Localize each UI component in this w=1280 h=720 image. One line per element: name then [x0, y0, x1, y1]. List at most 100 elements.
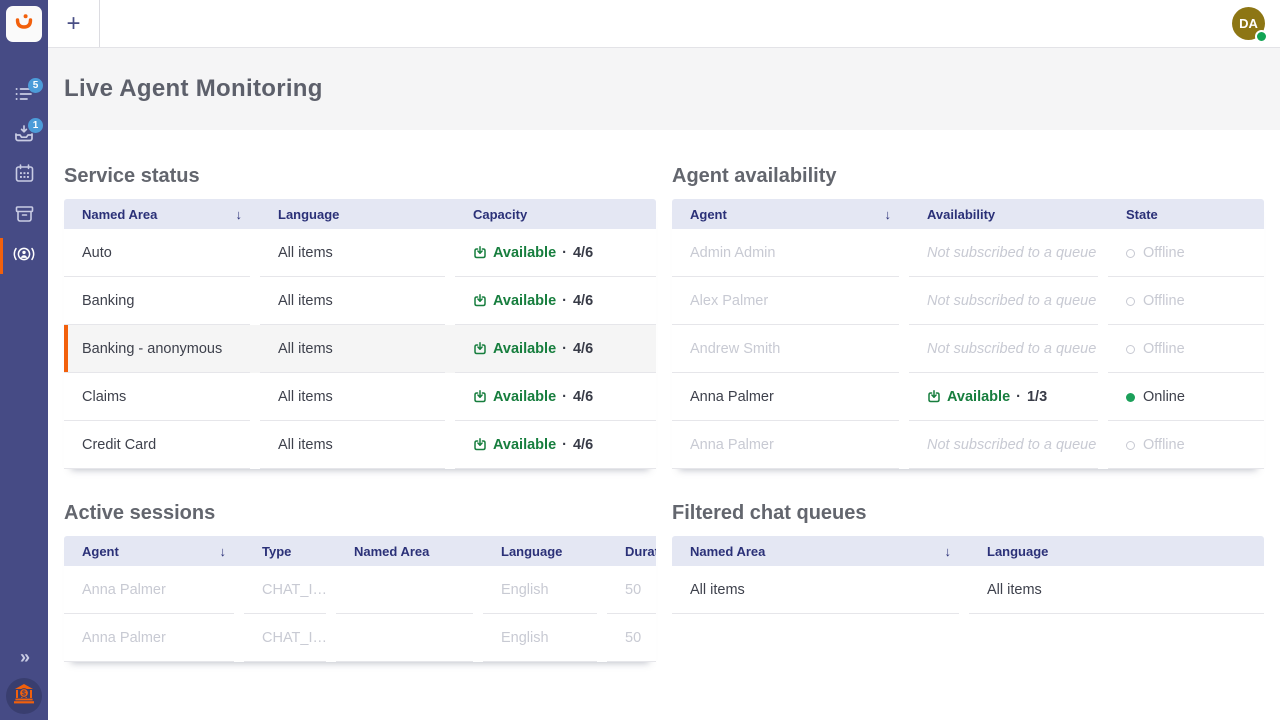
column-header-language[interactable]: Language	[260, 199, 455, 229]
left-column: Service status Named Area ↓ Language Cap…	[64, 130, 656, 662]
language-cell: All items	[260, 421, 455, 469]
right-column: Agent availability Agent ↓ Availability …	[672, 130, 1264, 662]
capacity-available-icon	[473, 342, 487, 356]
online-status-icon	[1126, 393, 1135, 402]
calendar-icon	[15, 164, 34, 188]
duration-cell: 50	[607, 566, 656, 614]
column-header-state[interactable]: State	[1108, 199, 1264, 229]
language-cell: All items	[260, 373, 455, 421]
agent-cell: Anna Palmer	[64, 566, 244, 614]
online-status-dot	[1255, 30, 1268, 43]
double-chevron-right-icon: »	[20, 647, 28, 667]
column-header-language[interactable]: Language	[483, 536, 607, 566]
named-area-cell: Banking	[64, 277, 260, 325]
column-header-named-area[interactable]: Named Area	[336, 536, 483, 566]
named-area-cell: Claims	[64, 373, 260, 421]
sidebar-item-live-monitoring[interactable]	[0, 236, 48, 276]
offline-status-icon	[1126, 249, 1135, 258]
sort-descending-icon[interactable]: ↓	[945, 544, 970, 559]
availability-cell: Available · 1/3	[909, 373, 1108, 421]
agent-cell: Alex Palmer	[672, 277, 909, 325]
sidebar-item-calendar[interactable]	[0, 156, 48, 196]
table-row[interactable]: Anna Palmer CHAT_I… English 50	[64, 566, 656, 614]
table-row-selected[interactable]: Banking - anonymous All items Available …	[64, 325, 656, 373]
state-cell: Offline	[1108, 421, 1264, 469]
sort-descending-icon[interactable]: ↓	[236, 207, 261, 222]
live-monitoring-icon	[13, 243, 35, 270]
column-header-agent[interactable]: Agent ↓	[672, 199, 909, 229]
sort-descending-icon[interactable]: ↓	[885, 207, 910, 222]
column-header-duration[interactable]: Duration	[607, 536, 656, 566]
agent-cell: Anna Palmer	[672, 373, 909, 421]
table-row[interactable]: Banking All items Available · 4/6	[64, 277, 656, 325]
capacity-available-icon	[473, 294, 487, 308]
capacity-cell: Available · 4/6	[455, 421, 656, 469]
capacity-available-icon	[473, 438, 487, 452]
table-row[interactable]: Anna Palmer Available · 1/3 Online	[672, 373, 1264, 421]
bank-app-button[interactable]: $	[6, 678, 42, 714]
availability-cell: Not subscribed to a queue	[909, 325, 1108, 373]
table-row[interactable]: Admin Admin Not subscribed to a queue Of…	[672, 229, 1264, 277]
sort-descending-icon[interactable]: ↓	[220, 544, 245, 559]
named-area-cell: Banking - anonymous	[64, 325, 260, 373]
sidebar-collapse-button[interactable]: »	[0, 647, 48, 668]
state-cell: Online	[1108, 373, 1264, 421]
app-logo[interactable]	[6, 6, 42, 42]
top-bar: + DA	[48, 0, 1280, 48]
archive-box-icon	[15, 205, 34, 228]
user-avatar[interactable]: DA	[1232, 7, 1265, 40]
agent-cell: Anna Palmer	[672, 421, 909, 469]
filtered-chat-queues-table: Named Area ↓ Language All items All item…	[672, 536, 1264, 614]
capacity-cell: Available · 4/6	[455, 229, 656, 277]
agent-cell: Anna Palmer	[64, 614, 244, 662]
agent-availability-table: Agent ↓ Availability State Admin Admin N…	[672, 199, 1264, 469]
table-row[interactable]: Alex Palmer Not subscribed to a queue Of…	[672, 277, 1264, 325]
capacity-available-icon	[473, 246, 487, 260]
type-cell: CHAT_I…	[244, 614, 336, 662]
table-row[interactable]: Andrew Smith Not subscribed to a queue O…	[672, 325, 1264, 373]
sidebar-item-archive[interactable]	[0, 196, 48, 236]
agent-availability-header-row: Agent ↓ Availability State	[672, 199, 1264, 229]
state-cell: Offline	[1108, 325, 1264, 373]
sidebar-item-queue[interactable]: 5	[0, 76, 48, 116]
sidebar-nav: 5 1	[0, 76, 48, 276]
table-row[interactable]: Credit Card All items Available · 4/6	[64, 421, 656, 469]
unblu-smiley-icon	[12, 10, 36, 39]
offline-status-icon	[1126, 297, 1135, 306]
named-area-cell: Auto	[64, 229, 260, 277]
capacity-cell: Available · 4/6	[455, 373, 656, 421]
duration-cell: 50	[607, 614, 656, 662]
language-cell: All items	[969, 566, 1264, 614]
avatar-initials: DA	[1239, 16, 1258, 31]
column-header-named-area[interactable]: Named Area ↓	[64, 199, 260, 229]
table-row[interactable]: Claims All items Available · 4/6	[64, 373, 656, 421]
column-header-named-area[interactable]: Named Area ↓	[672, 536, 969, 566]
column-header-agent[interactable]: Agent ↓	[64, 536, 244, 566]
column-header-language[interactable]: Language	[969, 536, 1264, 566]
filtered-chat-queues-title: Filtered chat queues	[672, 501, 1264, 525]
queue-badge: 5	[28, 78, 43, 93]
filtered-chat-queues-header-row: Named Area ↓ Language	[672, 536, 1264, 566]
column-header-type[interactable]: Type	[244, 536, 336, 566]
bank-icon: $	[12, 682, 36, 711]
language-cell: All items	[260, 325, 455, 373]
column-header-availability[interactable]: Availability	[909, 199, 1108, 229]
language-cell: English	[483, 614, 607, 662]
service-status-header-row: Named Area ↓ Language Capacity	[64, 199, 656, 229]
type-cell: CHAT_I…	[244, 566, 336, 614]
table-row[interactable]: Auto All items Available · 4/6	[64, 229, 656, 277]
new-tab-button[interactable]: +	[48, 0, 100, 47]
service-status-title: Service status	[64, 164, 656, 188]
table-row[interactable]: Anna Palmer Not subscribed to a queue Of…	[672, 421, 1264, 469]
table-row[interactable]: All items All items	[672, 566, 1264, 614]
table-row[interactable]: Anna Palmer CHAT_I… English 50	[64, 614, 656, 662]
service-status-table: Named Area ↓ Language Capacity Auto All …	[64, 199, 656, 469]
column-header-capacity[interactable]: Capacity	[455, 199, 656, 229]
svg-text:$: $	[22, 690, 26, 697]
inbox-badge: 1	[28, 118, 43, 133]
sidebar-item-inbox[interactable]: 1	[0, 116, 48, 156]
plus-icon: +	[66, 10, 80, 38]
offline-status-icon	[1126, 441, 1135, 450]
language-cell: English	[483, 566, 607, 614]
capacity-available-icon	[473, 390, 487, 404]
